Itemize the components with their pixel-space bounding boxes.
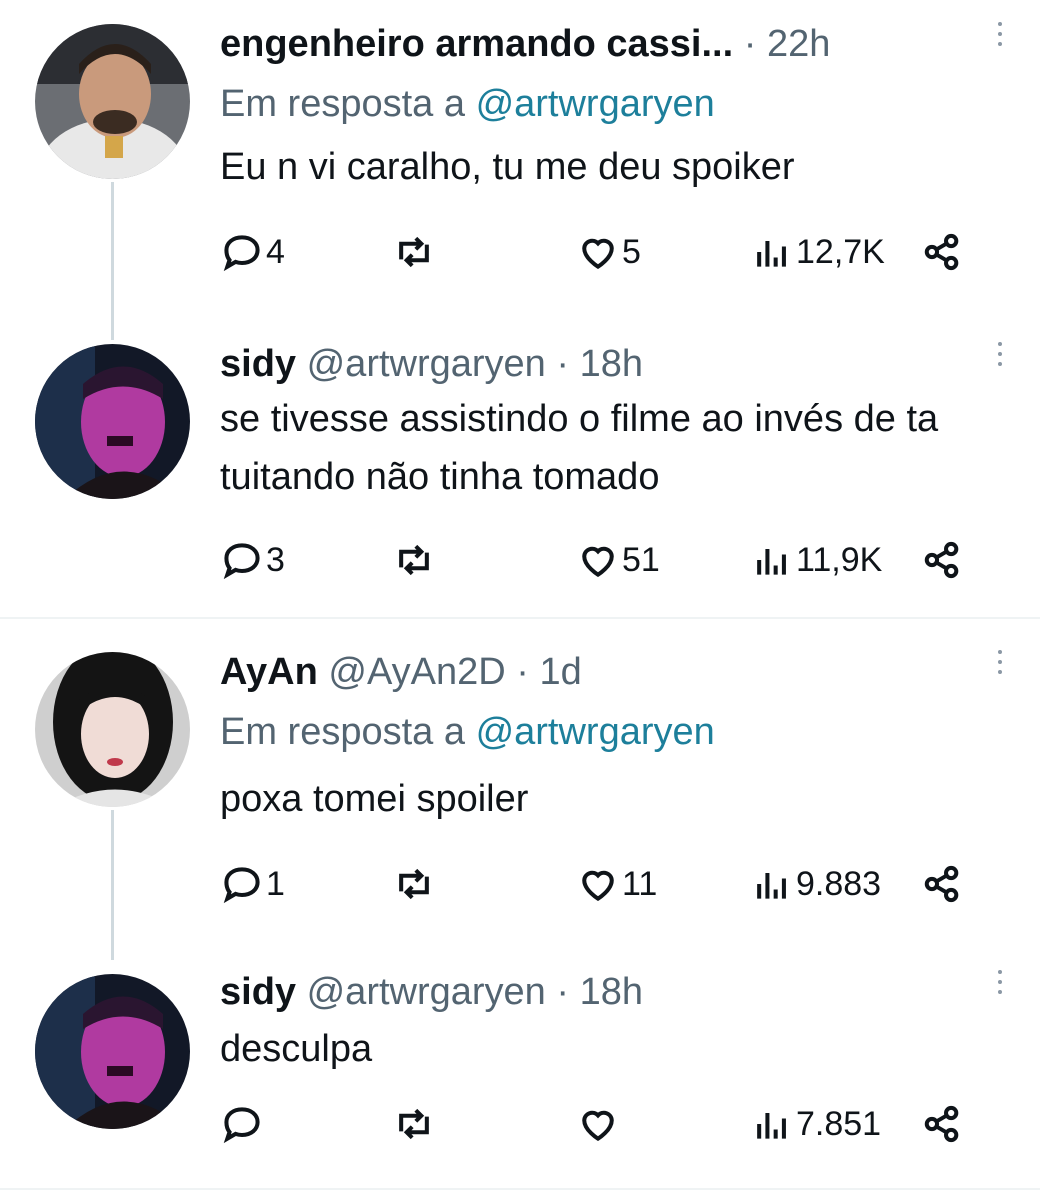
views-button[interactable]: 9.883: [750, 860, 881, 908]
views-icon: [757, 549, 786, 575]
views-count: 11,9K: [796, 540, 883, 579]
action-bar: 4 5 12,7K: [220, 228, 1000, 276]
timestamp[interactable]: 1d: [539, 651, 581, 693]
views-button[interactable]: 12,7K: [750, 228, 885, 276]
display-name[interactable]: engenheiro armando cassi...: [220, 23, 733, 65]
share-icon: [924, 1105, 959, 1143]
handle[interactable]: @artwrgaryen: [307, 971, 546, 1013]
more-icon[interactable]: [990, 964, 1010, 1004]
tweet-header: sidy @artwrgaryen · 18h: [220, 342, 643, 386]
reply-button[interactable]: [220, 1100, 266, 1148]
like-icon: [582, 1110, 614, 1142]
reply-label: Em resposta a: [220, 711, 465, 753]
share-icon: [924, 865, 959, 903]
reply-context: Em resposta a @artwrgaryen: [220, 82, 715, 126]
handle[interactable]: @artwrgaryen: [307, 343, 546, 385]
views-button[interactable]: 7.851: [750, 1100, 881, 1148]
share-button[interactable]: [920, 228, 964, 276]
tweet-text: se tivesse assistindo o filme ao invés d…: [220, 398, 939, 498]
more-icon[interactable]: [990, 644, 1010, 684]
thread-1: engenheiro armando cassi... · 22h Em res…: [0, 0, 1040, 618]
timestamp[interactable]: 18h: [580, 971, 643, 1013]
like-count: 11: [622, 864, 658, 903]
thread-connector: [111, 810, 114, 960]
views-button[interactable]: 11,9K: [750, 536, 882, 584]
handle[interactable]: @AyAn2D: [328, 651, 505, 693]
display-name[interactable]: sidy: [220, 343, 296, 385]
retweet-button[interactable]: [392, 860, 436, 908]
timestamp[interactable]: 18h: [580, 343, 643, 385]
like-icon: [582, 870, 614, 902]
action-bar: 3 51 11,9K: [220, 536, 1000, 584]
reply-button[interactable]: 3: [220, 536, 285, 584]
separator: ·: [556, 971, 570, 1013]
mention-link[interactable]: @artwrgaryen: [476, 83, 715, 125]
reply-button[interactable]: 4: [220, 228, 285, 276]
views-icon: [757, 241, 786, 267]
retweet-icon: [399, 236, 429, 268]
reply-count: 1: [266, 864, 285, 903]
retweet-icon: [399, 868, 429, 900]
more-icon[interactable]: [990, 16, 1010, 56]
retweet-icon: [399, 544, 429, 576]
share-button[interactable]: [920, 536, 964, 584]
views-icon: [757, 1113, 786, 1139]
thread-connector: [111, 182, 114, 340]
action-bar: 7.851: [220, 1100, 1000, 1148]
mention-link[interactable]: @artwrgaryen: [476, 711, 715, 753]
tweet-header: sidy @artwrgaryen · 18h: [220, 970, 643, 1014]
reply-count: 4: [266, 232, 285, 271]
avatar[interactable]: [35, 344, 190, 499]
share-button[interactable]: [920, 860, 964, 908]
share-icon: [924, 541, 959, 579]
like-icon: [582, 238, 614, 270]
more-icon[interactable]: [990, 336, 1010, 376]
share-icon: [924, 233, 959, 271]
reply-icon: [223, 235, 260, 272]
separator: ·: [743, 23, 757, 65]
tweet-header: AyAn @AyAn2D · 1d: [220, 650, 582, 694]
reply-icon: [223, 867, 260, 904]
retweet-icon: [399, 1108, 429, 1140]
avatar[interactable]: [35, 974, 190, 1129]
thread-2: AyAn @AyAn2D · 1d Em resposta a @artwrga…: [0, 620, 1040, 1188]
separator: ·: [516, 651, 529, 693]
tweet-text: Eu n vi caralho, tu me deu spoiker: [220, 146, 795, 188]
views-count: 9.883: [796, 864, 882, 903]
views-icon: [757, 873, 786, 899]
avatar[interactable]: [35, 652, 190, 807]
like-count: 5: [622, 232, 641, 271]
reply-icon: [223, 543, 260, 580]
action-bar: 1 11 9.883: [220, 860, 1000, 908]
separator: ·: [556, 343, 570, 385]
tweet-text: desculpa: [220, 1028, 373, 1070]
views-count: 7.851: [796, 1104, 882, 1143]
reply-context: Em resposta a @artwrgaryen: [220, 710, 715, 754]
like-button[interactable]: 51: [576, 536, 660, 584]
retweet-button[interactable]: [392, 536, 436, 584]
reply-label: Em resposta a: [220, 83, 465, 125]
reply-icon: [223, 1107, 260, 1144]
retweet-button[interactable]: [392, 1100, 436, 1148]
like-button[interactable]: 11: [576, 860, 657, 908]
tweet-header: engenheiro armando cassi... · 22h: [220, 22, 830, 66]
display-name[interactable]: sidy: [220, 971, 296, 1013]
avatar[interactable]: [35, 24, 190, 179]
like-button[interactable]: [576, 1100, 622, 1148]
views-count: 12,7K: [796, 232, 885, 271]
like-button[interactable]: 5: [576, 228, 641, 276]
like-count: 51: [622, 540, 660, 579]
display-name[interactable]: AyAn: [220, 651, 318, 693]
divider: [0, 1188, 1040, 1190]
share-button[interactable]: [920, 1100, 964, 1148]
timestamp[interactable]: 22h: [767, 23, 830, 65]
divider: [0, 617, 1040, 619]
retweet-button[interactable]: [392, 228, 436, 276]
tweet-text: poxa tomei spoiler: [220, 778, 529, 820]
reply-count: 3: [266, 540, 285, 579]
reply-button[interactable]: 1: [220, 860, 285, 908]
like-icon: [582, 546, 614, 578]
